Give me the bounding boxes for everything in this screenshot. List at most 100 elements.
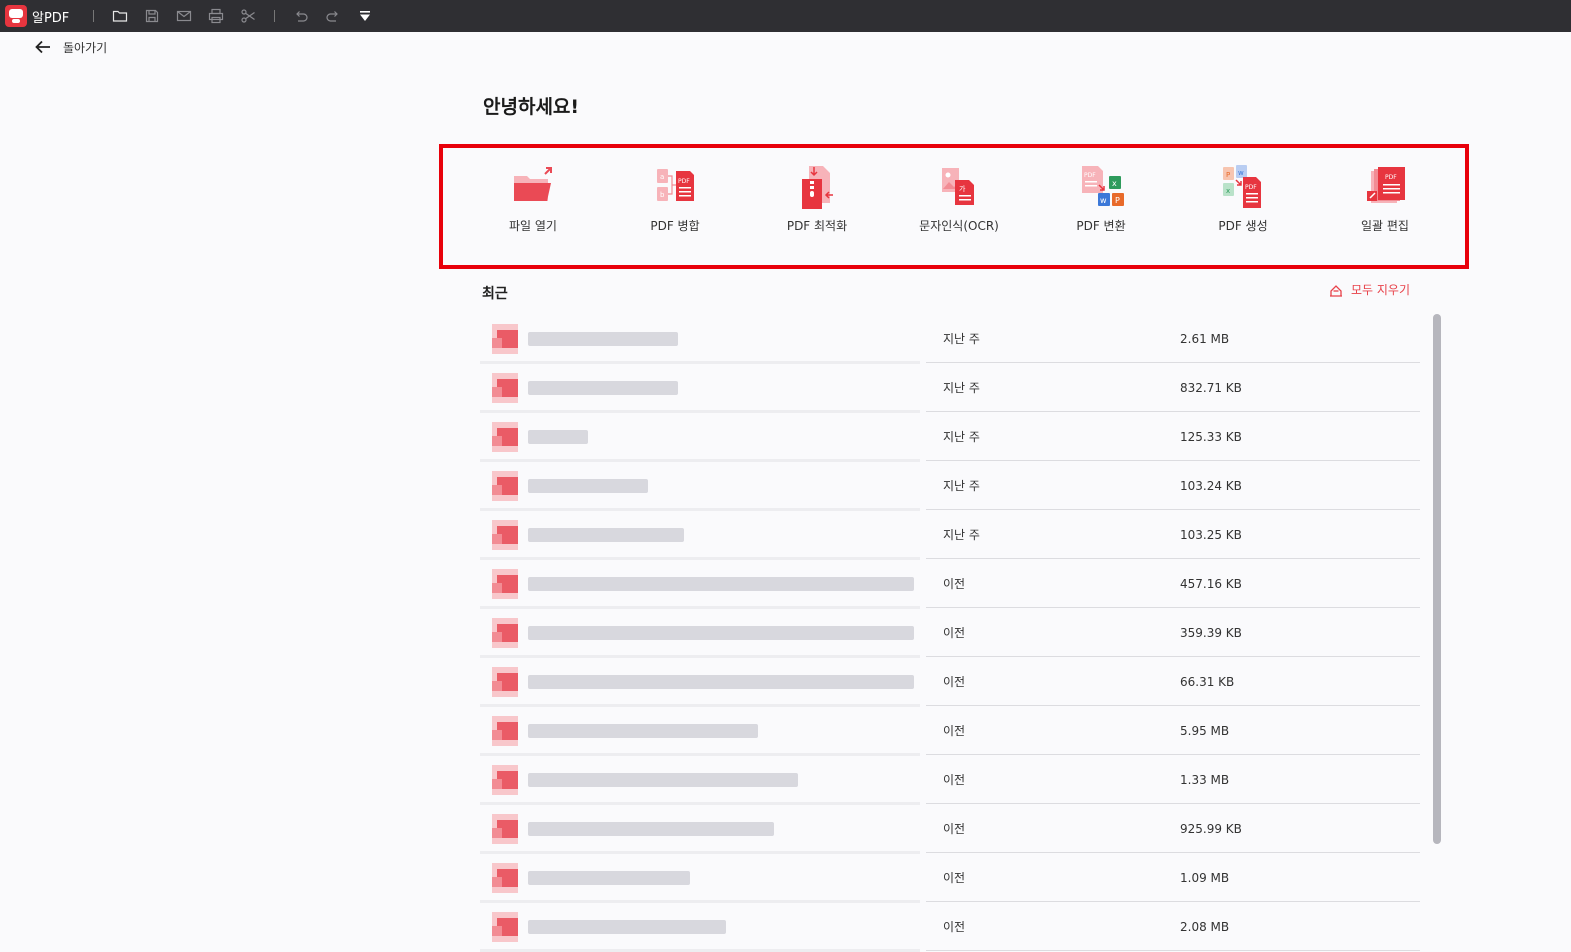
title-bar: 알PDF <box>0 0 1571 32</box>
clear-all-button[interactable]: 모두 지우기 <box>1328 281 1410 298</box>
file-name-redacted <box>528 380 678 395</box>
table-row[interactable]: 지난 주 2.61 MB <box>476 314 1420 364</box>
modified-time: 지난 주 <box>943 528 980 542</box>
undo-icon[interactable] <box>291 6 311 26</box>
file-size: 925.99 KB <box>1180 821 1242 836</box>
scissors-icon[interactable] <box>238 6 258 26</box>
pdf-file-icon <box>492 617 518 648</box>
file-size: 103.24 KB <box>1180 478 1242 493</box>
pdf-file-icon <box>492 764 518 795</box>
tool-label: 파일 열기 <box>509 219 557 233</box>
svg-text:PDF: PDF <box>1245 184 1257 191</box>
table-row[interactable]: 지난 주 125.33 KB <box>476 412 1420 462</box>
svg-text:P: P <box>1115 196 1120 205</box>
file-size: 1.33 MB <box>1180 772 1230 787</box>
create-pdf-button[interactable]: Pw x PDF PDF 생성 <box>1172 148 1314 265</box>
ocr-button[interactable]: 가 문자인식(OCR) <box>888 148 1030 265</box>
folder-icon[interactable] <box>110 6 130 26</box>
file-name-redacted <box>528 674 914 689</box>
modified-time: 이전 <box>943 871 966 885</box>
open-file-icon <box>509 163 557 211</box>
table-row[interactable]: 이전 457.16 KB <box>476 559 1420 609</box>
app-logo <box>5 5 27 27</box>
file-name-redacted <box>528 870 690 885</box>
file-name-redacted <box>528 429 588 444</box>
file-size: 1.09 MB <box>1180 870 1230 885</box>
app-name: 알PDF <box>32 10 70 26</box>
file-name-redacted <box>528 723 758 738</box>
dropdown-icon[interactable] <box>355 6 375 26</box>
file-name-redacted <box>528 527 684 542</box>
file-size: 832.71 KB <box>1180 380 1242 395</box>
print-icon[interactable] <box>206 6 226 26</box>
file-name-redacted <box>528 772 798 787</box>
merge-pdf-icon: a b PDF <box>651 163 699 211</box>
pdf-file-icon <box>492 372 518 403</box>
table-row[interactable]: 지난 주 832.71 KB <box>476 363 1420 413</box>
optimize-pdf-icon <box>793 163 841 211</box>
greeting-title: 안녕하세요! <box>483 96 580 118</box>
back-label: 돌아가기 <box>63 40 108 55</box>
pdf-file-icon <box>492 470 518 501</box>
create-pdf-icon: Pw x PDF <box>1219 163 1267 211</box>
file-size: 66.31 KB <box>1180 674 1235 689</box>
modified-time: 이전 <box>943 822 966 836</box>
tool-label: 문자인식(OCR) <box>919 219 999 233</box>
eraser-icon <box>1330 284 1342 297</box>
table-row[interactable]: 이전 5.95 MB <box>476 706 1420 756</box>
pdf-file-icon <box>492 519 518 550</box>
table-row[interactable]: 이전 66.31 KB <box>476 657 1420 707</box>
table-row[interactable]: 이전 359.39 KB <box>476 608 1420 658</box>
row-divider <box>926 950 1420 951</box>
scrollbar[interactable] <box>1433 314 1441 844</box>
svg-text:가: 가 <box>959 184 966 193</box>
table-row[interactable]: 지난 주 103.24 KB <box>476 461 1420 511</box>
svg-text:x: x <box>1226 187 1230 195</box>
file-name-redacted <box>528 331 678 346</box>
batch-edit-icon: PDF <box>1361 163 1409 211</box>
file-size: 2.61 MB <box>1180 331 1230 346</box>
back-button[interactable]: 돌아가기 <box>34 38 107 56</box>
tool-label: PDF 최적화 <box>786 219 848 233</box>
tool-label: PDF 병합 <box>650 219 700 233</box>
table-row[interactable]: 지난 주 103.25 KB <box>476 510 1420 560</box>
optimize-pdf-button[interactable]: PDF 최적화 <box>746 148 888 265</box>
modified-time: 이전 <box>943 724 966 738</box>
redo-icon[interactable] <box>323 6 343 26</box>
tool-label: PDF 생성 <box>1218 219 1268 233</box>
svg-text:x: x <box>1112 179 1117 188</box>
toolbar-separator <box>274 10 276 22</box>
tool-label: PDF 변환 <box>1076 219 1126 233</box>
open-file-button[interactable]: 파일 열기 <box>462 148 604 265</box>
table-row[interactable]: 이전 2.08 MB <box>476 902 1420 952</box>
file-name-redacted <box>528 576 914 591</box>
pdf-file-icon <box>492 911 518 942</box>
svg-text:w: w <box>1100 196 1107 205</box>
modified-time: 이전 <box>943 773 966 787</box>
mail-icon[interactable] <box>174 6 194 26</box>
modified-time: 이전 <box>943 577 966 591</box>
svg-text:PDF: PDF <box>678 178 690 185</box>
svg-text:PDF: PDF <box>1084 172 1096 179</box>
pdf-file-icon <box>492 421 518 452</box>
save-icon[interactable] <box>142 6 162 26</box>
tool-label: 일괄 편집 <box>1361 219 1409 233</box>
table-row[interactable]: 이전 1.33 MB <box>476 755 1420 805</box>
pdf-file-icon <box>492 862 518 893</box>
convert-pdf-button[interactable]: PDF x w P PDF 변환 <box>1030 148 1172 265</box>
modified-time: 이전 <box>943 920 966 934</box>
batch-edit-button[interactable]: PDF 일괄 편집 <box>1314 148 1456 265</box>
merge-pdf-button[interactable]: a b PDF PDF 병합 <box>604 148 746 265</box>
table-row[interactable]: 이전 925.99 KB <box>476 804 1420 854</box>
file-name-redacted <box>528 478 648 493</box>
file-size: 5.95 MB <box>1180 723 1230 738</box>
recent-title: 최근 <box>482 286 508 302</box>
modified-time: 이전 <box>943 675 966 689</box>
ocr-icon: 가 <box>935 163 983 211</box>
pdf-file-icon <box>492 813 518 844</box>
svg-text:w: w <box>1238 169 1244 177</box>
modified-time: 지난 주 <box>943 332 980 346</box>
table-row[interactable]: 이전 1.09 MB <box>476 853 1420 903</box>
file-name-redacted <box>528 821 774 836</box>
recent-file-list: 지난 주 2.61 MB 지난 주 832.71 KB 지난 주 125.33 KB 지난 … <box>476 314 1420 952</box>
